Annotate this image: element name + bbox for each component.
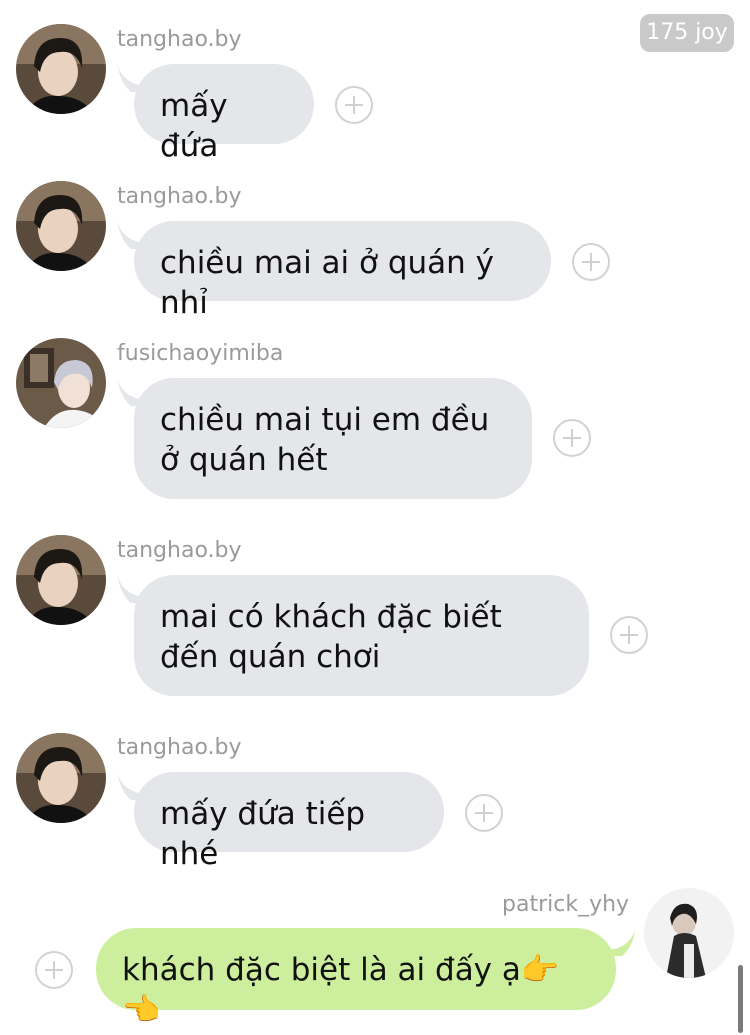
message-bubble[interactable]: chiều mai tụi em đều ở quán hết [134,378,532,499]
plus-circle-icon[interactable] [610,616,648,654]
sender-name: tanghao.by [117,735,242,760]
message-text: khách đặc biệt là ai đấy ạ👉👈 [122,952,560,1028]
message-bubble[interactable]: khách đặc biệt là ai đấy ạ👉👈 [96,928,616,1028]
avatar-tanghao[interactable] [16,535,106,625]
message-text: mấy đứa tiếp nhé [160,796,366,872]
message-text: mai có khách đặc biết đến quán chơi [160,599,502,675]
plus-circle-icon[interactable] [35,951,73,989]
sender-name: fusichaoyimiba [117,341,284,366]
avatar-tanghao[interactable] [16,181,106,271]
sender-name: tanghao.by [117,538,242,563]
scrollbar[interactable] [738,965,743,1033]
sender-name: patrick_yhy [502,892,630,917]
joy-badge: 175 joy [640,14,734,52]
plus-circle-icon[interactable] [572,243,610,281]
message-bubble[interactable]: mấy đứa [134,64,314,164]
message-text: mấy đứa [160,88,228,164]
avatar-fusichaoyimiba[interactable] [16,338,106,428]
message-text: chiều mai ai ở quán ý nhỉ [160,245,494,321]
plus-circle-icon[interactable] [465,794,503,832]
plus-circle-icon[interactable] [335,86,373,124]
message-text: chiều mai tụi em đều ở quán hết [160,402,490,478]
avatar-tanghao[interactable] [16,733,106,823]
avatar-patrick[interactable] [644,888,734,978]
plus-circle-icon[interactable] [553,419,591,457]
message-bubble[interactable]: mai có khách đặc biết đến quán chơi [134,575,589,696]
avatar-tanghao[interactable] [16,24,106,114]
sender-name: tanghao.by [117,27,242,52]
sender-name: tanghao.by [117,184,242,209]
message-bubble[interactable]: chiều mai ai ở quán ý nhỉ [134,221,551,321]
message-bubble[interactable]: mấy đứa tiếp nhé [134,772,444,872]
